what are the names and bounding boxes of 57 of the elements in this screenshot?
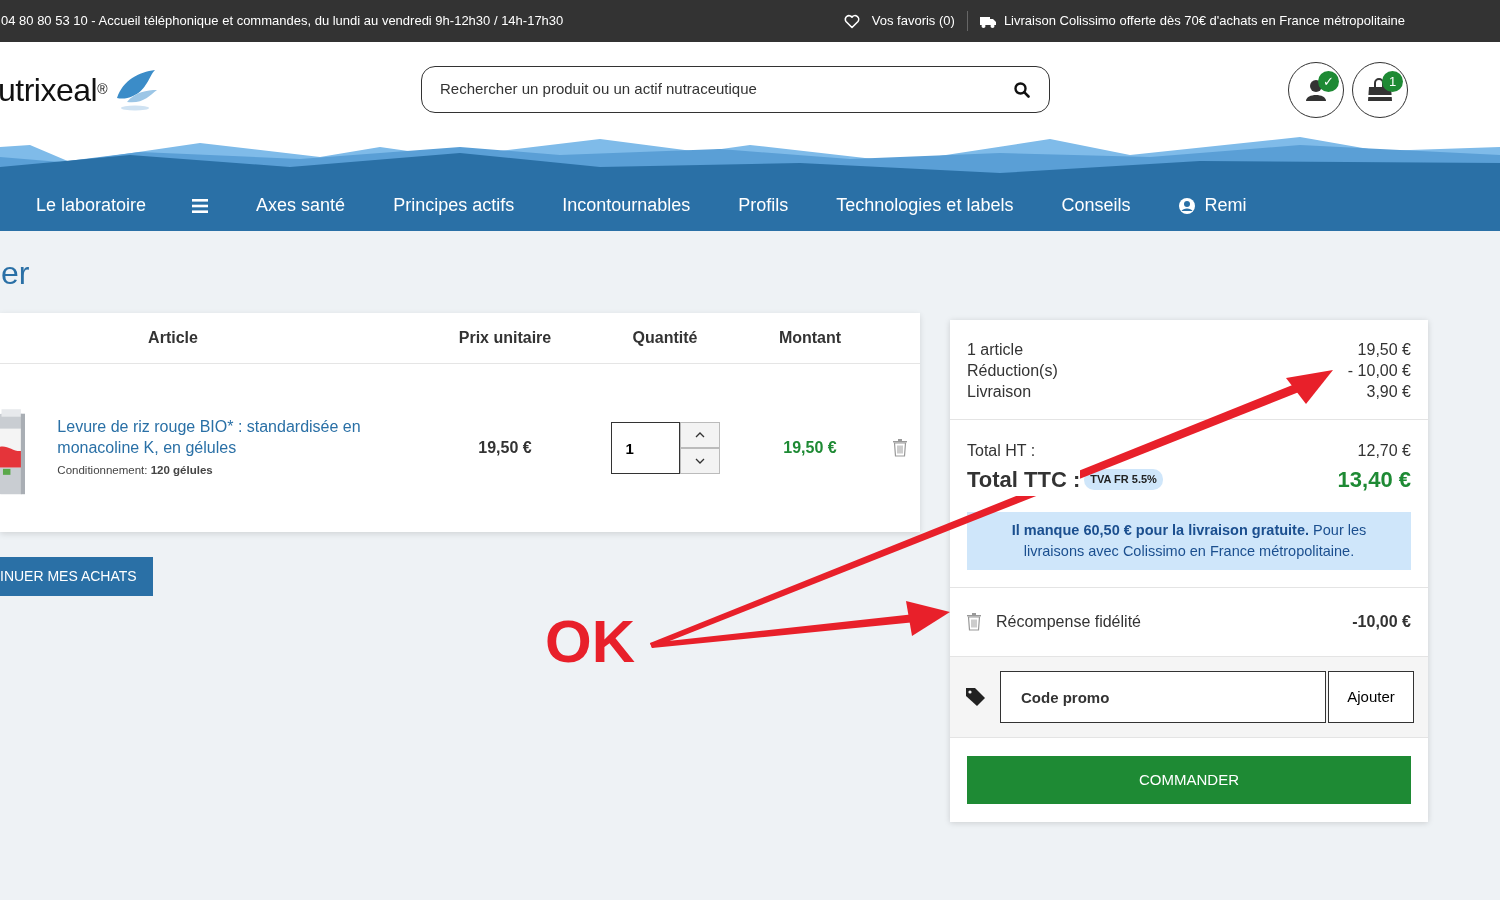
user-link[interactable]: Remi xyxy=(1178,192,1247,219)
summary-label: Réduction(s) xyxy=(967,361,1058,381)
summary-value: 19,50 € xyxy=(1357,340,1411,360)
product-link[interactable]: Levure de riz rouge BIO* : standardisée en monacoline K, en gélules xyxy=(57,416,420,459)
total-ht-value: 12,70 € xyxy=(1357,441,1411,461)
column-header: Article xyxy=(147,328,199,348)
continue-shopping-button[interactable]: INUER MES ACHATS xyxy=(0,557,153,596)
nav-link[interactable]: Incontournables xyxy=(562,192,691,219)
trash-icon[interactable] xyxy=(967,613,981,631)
search-icon[interactable] xyxy=(1014,81,1030,98)
user-icon xyxy=(1178,196,1197,215)
page-title: er xyxy=(1,257,30,291)
unit-price: 19,50 € xyxy=(477,438,533,458)
vat-badge: TVA FR 5.5% xyxy=(1084,469,1163,490)
increment-button[interactable] xyxy=(679,422,720,448)
reward-label: Récompense fidélité xyxy=(996,612,1141,632)
truck-icon xyxy=(979,14,996,28)
total-ttc-value: 13,40 € xyxy=(1337,466,1411,494)
tag-icon xyxy=(964,686,986,708)
shipping-text: Livraison Colissimo offerte dès 70€ d'achats en France métropolitaine xyxy=(1003,12,1405,31)
reward-value: -10,00 € xyxy=(1352,612,1411,632)
add-button[interactable]: Ajouter xyxy=(1328,671,1414,723)
menu-icon[interactable] xyxy=(192,198,209,213)
nav-link[interactable]: Principes actifs xyxy=(393,192,515,219)
check-badge: ✓ xyxy=(1318,70,1339,92)
total-ht-label: Total HT : xyxy=(967,441,1036,461)
packaging-text: Conditionnement: 120 gélules xyxy=(57,463,214,479)
summary-label: Livraison xyxy=(967,382,1032,402)
summary-value: 3,90 € xyxy=(1366,382,1411,402)
quantity-field[interactable]: 1 xyxy=(610,422,680,474)
column-header: Montant xyxy=(777,328,843,348)
summary-label: 1 article xyxy=(967,340,1024,360)
checkout-button[interactable]: COMMANDER xyxy=(967,756,1411,804)
nav-link[interactable]: Axes santé xyxy=(256,192,346,219)
trash-icon[interactable] xyxy=(893,439,907,457)
nav-link[interactable]: Profils xyxy=(738,192,789,219)
column-header: Prix unitaire xyxy=(457,328,553,348)
cart-count-badge: 1 xyxy=(1382,70,1403,92)
decrement-button[interactable] xyxy=(679,448,720,474)
chevron-up-icon xyxy=(694,431,705,439)
column-header: Quantité xyxy=(631,328,699,348)
nav-link[interactable]: Conseils xyxy=(1061,192,1131,219)
contact-text: 04 80 80 53 10 - Accueil téléphonique et commandes, du lundi au vendredi 9h-12h30 / 14h-17h30 xyxy=(1,12,564,31)
free-shipping-notice: Il manque 60,50 € pour la livraison gratuite. Pour les livraisons avec Colissimo en France métropolitaine. xyxy=(967,512,1411,570)
favorites-link[interactable]: Vos favoris (0) xyxy=(871,11,955,31)
search-box[interactable]: Rechercher un produit ou un actif nutraceutique xyxy=(421,66,1050,113)
annotation-label: OK xyxy=(545,612,635,672)
cart-button[interactable]: 1 xyxy=(1352,61,1408,118)
nav-link[interactable]: Technologies et labels xyxy=(836,192,1014,219)
line-amount: 19,50 € xyxy=(782,438,838,458)
chevron-down-icon xyxy=(694,457,705,465)
account-button[interactable]: ✓ xyxy=(1288,61,1344,118)
promo-code-field[interactable]: Code promo xyxy=(1000,671,1326,723)
heart-icon[interactable] xyxy=(843,13,860,29)
nav-link[interactable]: Le laboratoire xyxy=(36,192,147,219)
summary-value: - 10,00 € xyxy=(1347,361,1411,381)
logo-text[interactable]: utrixeal$^{®}$ xyxy=(0,65,107,114)
